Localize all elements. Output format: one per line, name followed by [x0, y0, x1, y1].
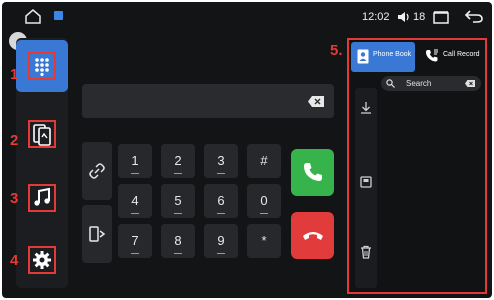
phone-link-icon: [28, 120, 56, 148]
tab-phone-book-label: Phone Book: [373, 51, 412, 58]
gear-icon: [28, 246, 56, 274]
dialpad-key[interactable]: 3: [204, 144, 238, 178]
dialpad-icon: [28, 52, 56, 80]
contact-book-icon: [357, 49, 369, 64]
save-icon[interactable]: [358, 174, 374, 190]
call-record-icon: [426, 49, 438, 62]
dialpad-key[interactable]: 4: [118, 184, 152, 218]
dialpad-key[interactable]: *: [247, 224, 281, 258]
trash-icon[interactable]: [358, 244, 374, 260]
volume-icon[interactable]: [397, 10, 411, 24]
status-time: 12:02: [362, 11, 390, 23]
dialpad-key[interactable]: 6: [204, 184, 238, 218]
callout-label-1: 1: [10, 66, 19, 83]
back-icon[interactable]: [464, 8, 484, 24]
dialpad-key[interactable]: 2: [161, 144, 195, 178]
search-icon: [386, 79, 395, 88]
number-display-field[interactable]: [82, 84, 334, 118]
status-bar: 12:02 18: [2, 2, 492, 32]
dialpad-key[interactable]: 5: [161, 184, 195, 218]
callout-label-2: 2: [10, 132, 19, 149]
home-icon[interactable]: [24, 8, 42, 24]
tab-call-record[interactable]: Call Record: [419, 42, 485, 72]
link-icon: [89, 163, 105, 179]
end-call-button[interactable]: [291, 212, 334, 259]
dialpad-key[interactable]: 1: [118, 144, 152, 178]
sidebar-item-dialpad[interactable]: [16, 40, 68, 92]
sidebar-item-music[interactable]: [16, 172, 68, 224]
link-button[interactable]: [82, 142, 112, 200]
dialpad-key[interactable]: 8: [161, 224, 195, 258]
sidebar: [16, 38, 68, 288]
phone-transfer-icon: [89, 226, 106, 242]
call-button[interactable]: [291, 149, 334, 196]
transfer-button[interactable]: [82, 205, 112, 263]
music-note-icon: [28, 184, 56, 212]
sidebar-item-settings[interactable]: [16, 234, 68, 286]
callout-label-5: 5.: [330, 42, 343, 59]
search-input[interactable]: Search: [381, 76, 481, 91]
phone-icon: [304, 163, 322, 181]
contacts-action-rail: [355, 88, 377, 288]
backspace-icon[interactable]: [308, 96, 324, 107]
callout-label-4: 4: [10, 252, 19, 269]
dialpad-key[interactable]: 7: [118, 224, 152, 258]
tab-call-record-label: Call Record: [443, 51, 480, 58]
download-icon[interactable]: [358, 100, 374, 116]
app-status-icon: [54, 11, 63, 20]
contacts-panel: Phone Book Call Record Search: [347, 38, 487, 294]
volume-level: 18: [413, 11, 426, 23]
clear-search-icon[interactable]: [465, 80, 475, 87]
search-placeholder: Search: [406, 79, 432, 88]
recent-apps-icon[interactable]: [432, 9, 450, 25]
callout-label-3: 3: [10, 190, 19, 207]
sidebar-item-phone-link[interactable]: [16, 108, 68, 160]
hang-up-icon: [303, 232, 323, 240]
dialpad-key[interactable]: #: [247, 144, 281, 178]
head-unit-screen: 12:02 18 1 2 3 4 5. 1 2 3 # 4 5 6 0 7 8 …: [2, 2, 492, 298]
dialpad-key[interactable]: 0: [247, 184, 281, 218]
tab-phone-book[interactable]: Phone Book: [351, 42, 415, 72]
dialpad-key[interactable]: 9: [204, 224, 238, 258]
